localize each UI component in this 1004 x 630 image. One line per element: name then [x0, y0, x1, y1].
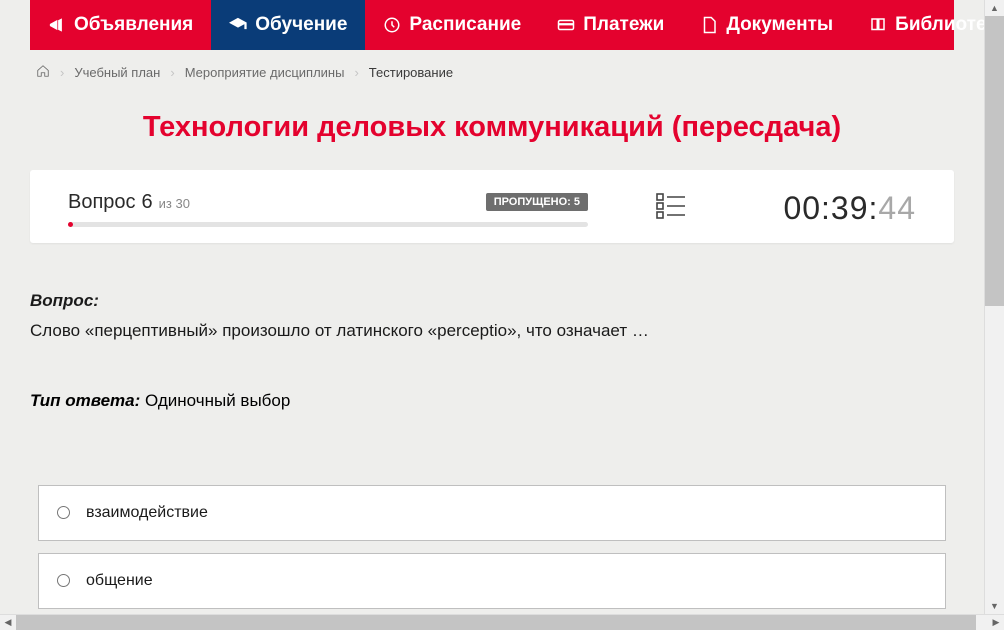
scroll-down-arrow[interactable]: ▼	[985, 598, 1004, 614]
nav-education[interactable]: Обучение	[211, 0, 365, 50]
skipped-badge: ПРОПУЩЕНО: 5	[486, 193, 588, 211]
nav-label: Библиотека	[895, 14, 984, 36]
card-icon	[557, 16, 575, 34]
clock-icon	[383, 16, 401, 34]
answers-list: взаимодействие общение восприятие	[0, 441, 984, 614]
horizontal-scrollbar[interactable]: ◀ ▶	[0, 614, 1004, 630]
question-counter: Вопрос 6 из 30	[68, 191, 190, 214]
graduation-cap-icon	[229, 16, 247, 34]
question-label: Вопрос:	[30, 291, 954, 311]
nav-announcements[interactable]: Объявления	[30, 0, 211, 50]
progress-bar	[68, 222, 588, 227]
breadcrumb-discipline-event[interactable]: Мероприятие дисциплины	[185, 65, 345, 80]
megaphone-icon	[48, 16, 66, 34]
nav-label: Объявления	[74, 14, 193, 36]
chevron-right-icon: ›	[354, 65, 358, 80]
timer: 00:39:44	[783, 190, 916, 227]
answer-radio[interactable]	[57, 574, 70, 587]
chevron-right-icon: ›	[60, 65, 64, 80]
scroll-thumb[interactable]	[16, 615, 976, 630]
nav-schedule[interactable]: Расписание	[365, 0, 539, 50]
scroll-thumb[interactable]	[985, 16, 1004, 306]
breadcrumb-current: Тестирование	[369, 65, 453, 80]
scroll-left-arrow[interactable]: ◀	[0, 615, 16, 630]
breadcrumb: › Учебный план › Мероприятие дисциплины …	[0, 50, 984, 93]
answer-option[interactable]: взаимодействие	[38, 485, 946, 541]
nav-label: Обучение	[255, 14, 347, 36]
breadcrumb-curriculum[interactable]: Учебный план	[74, 65, 160, 80]
chevron-right-icon: ›	[170, 65, 174, 80]
nav-label: Расписание	[409, 14, 521, 36]
nav-library[interactable]: Библиотека	[851, 0, 984, 50]
answer-text: взаимодействие	[86, 504, 208, 522]
page-title: Технологии деловых коммуникаций (пересда…	[0, 93, 984, 170]
question-text: Слово «перцептивный» произошло от латинс…	[30, 319, 954, 343]
nav-documents[interactable]: Документы	[682, 0, 851, 50]
question-list-icon[interactable]	[656, 192, 686, 225]
main-navbar: Объявления Обучение Расписание Платежи Д…	[30, 0, 954, 50]
answer-text: общение	[86, 572, 153, 590]
nav-label: Платежи	[583, 14, 664, 36]
answer-option[interactable]: общение	[38, 553, 946, 609]
answer-type: Тип ответа: Одиночный выбор	[30, 391, 954, 411]
vertical-scrollbar[interactable]: ▲ ▼	[984, 0, 1004, 614]
file-icon	[700, 16, 718, 34]
status-bar: Вопрос 6 из 30 ПРОПУЩЕНО: 5 00:39:44	[30, 170, 954, 243]
scroll-up-arrow[interactable]: ▲	[985, 0, 1004, 16]
home-icon[interactable]	[36, 64, 50, 81]
nav-payments[interactable]: Платежи	[539, 0, 682, 50]
scroll-right-arrow[interactable]: ▶	[988, 615, 1004, 630]
book-icon	[869, 16, 887, 34]
nav-label: Документы	[726, 14, 833, 36]
answer-radio[interactable]	[57, 506, 70, 519]
